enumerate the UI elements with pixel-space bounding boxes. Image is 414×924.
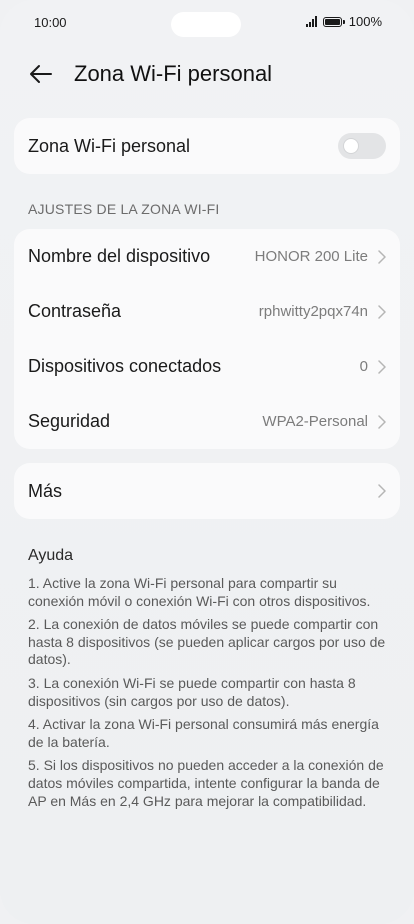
more-card: Más — [14, 463, 400, 519]
phone-screen: 10:00 100% Zona Wi-Fi personal Zona Wi-F… — [0, 0, 414, 924]
setting-value: 0 — [359, 358, 368, 375]
status-bar: 10:00 100% — [0, 0, 414, 46]
setting-row-device-name[interactable]: Nombre del dispositivo HONOR 200 Lite — [14, 229, 400, 284]
setting-value: WPA2-Personal — [262, 413, 368, 430]
chevron-right-icon — [378, 304, 386, 319]
toggle-knob — [343, 138, 359, 154]
help-item: 4. Activar la zona Wi-Fi personal consum… — [28, 716, 379, 750]
setting-row-security[interactable]: Seguridad WPA2-Personal — [14, 394, 400, 449]
hotspot-toggle-label: Zona Wi-Fi personal — [28, 135, 191, 156]
chevron-right-icon — [378, 249, 386, 264]
chevron-right-icon — [378, 484, 386, 498]
help-item: 1. Active la zona Wi-Fi personal para co… — [28, 575, 371, 609]
help-section: Ayuda 1. Active la zona Wi-Fi personal p… — [28, 547, 388, 816]
setting-value: rphwitty2pqx74n — [258, 303, 368, 320]
setting-label: Seguridad — [28, 411, 111, 431]
page-title: Zona Wi-Fi personal — [74, 61, 273, 86]
camera-notch — [171, 12, 241, 37]
setting-label: Contraseña — [28, 301, 122, 321]
signal-icon — [305, 16, 317, 27]
hotspot-toggle-row[interactable]: Zona Wi-Fi personal — [14, 118, 400, 174]
help-title: Ayuda — [28, 547, 74, 564]
help-item: 5. Si los dispositivos no pueden acceder… — [28, 757, 384, 809]
section-header: AJUSTES DE LA ZONA WI-FI — [28, 201, 220, 217]
header: Zona Wi-Fi personal — [0, 52, 414, 96]
setting-value: HONOR 200 Lite — [254, 248, 368, 265]
settings-card: Nombre del dispositivo HONOR 200 Lite Co… — [14, 229, 400, 449]
chevron-right-icon — [378, 414, 386, 429]
more-label: Más — [28, 480, 63, 501]
more-row[interactable]: Más — [14, 463, 400, 519]
back-button[interactable] — [24, 58, 58, 90]
status-time: 10:00 — [34, 15, 67, 30]
help-item: 3. La conexión Wi-Fi se puede compartir … — [28, 674, 356, 709]
hotspot-toggle-switch[interactable] — [338, 133, 386, 159]
status-indicators: 100% — [305, 14, 382, 29]
setting-row-connected-devices[interactable]: Dispositivos conectados 0 — [14, 339, 400, 394]
battery-percent: 100% — [348, 14, 382, 29]
battery-icon — [322, 16, 345, 27]
hotspot-toggle-card: Zona Wi-Fi personal — [14, 118, 400, 174]
setting-label: Dispositivos conectados — [28, 356, 222, 376]
chevron-right-icon — [378, 359, 386, 374]
setting-label: Nombre del dispositivo — [28, 246, 211, 266]
back-arrow-icon — [30, 65, 52, 83]
help-item: 2. La conexión de datos móviles se puede… — [28, 616, 386, 668]
setting-row-password[interactable]: Contraseña rphwitty2pqx74n — [14, 284, 400, 339]
